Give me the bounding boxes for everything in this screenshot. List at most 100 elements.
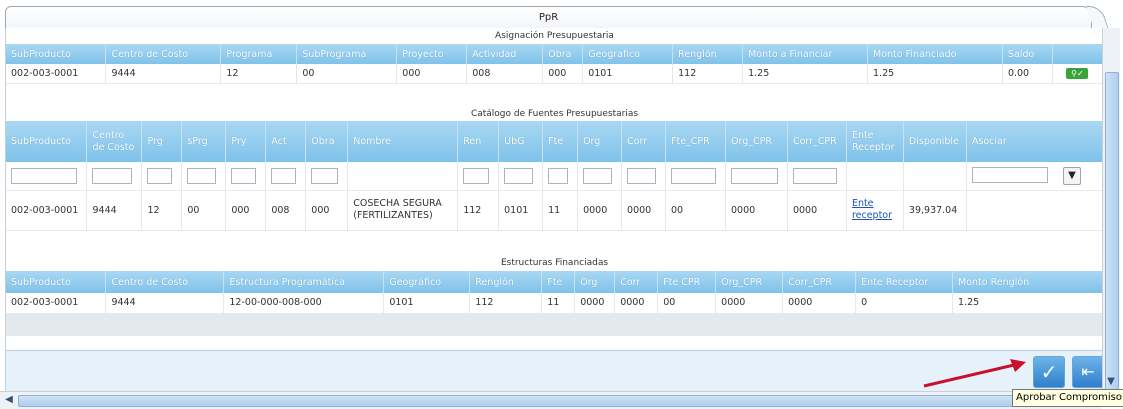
col-header[interactable]: Ren bbox=[457, 121, 500, 162]
col-header[interactable]: Ente Receptor bbox=[846, 121, 904, 162]
col-header[interactable]: Renglón bbox=[672, 44, 744, 64]
asignacion-table: SubProducto Centro de Costo Programa Sub… bbox=[6, 44, 1103, 84]
col-header[interactable]: Fte bbox=[541, 271, 576, 293]
cell: 11 bbox=[541, 293, 576, 314]
col-header[interactable]: Renglón bbox=[469, 271, 543, 293]
col-header[interactable]: Saldo bbox=[1002, 44, 1053, 64]
table-row[interactable]: 002-003-0001 9444 12 00 000 008 000 COSE… bbox=[6, 190, 1103, 231]
cell: 9444 bbox=[86, 190, 143, 231]
cell: 0000 bbox=[725, 190, 788, 231]
filter-ren-input[interactable] bbox=[463, 167, 490, 184]
filter-cell bbox=[305, 162, 349, 191]
cell: 12 bbox=[141, 190, 183, 231]
filter-cell bbox=[265, 162, 307, 191]
scroll-left-icon[interactable]: ◀ bbox=[2, 393, 16, 407]
cell-asociar[interactable] bbox=[966, 190, 1103, 231]
vertical-scroll-thumb[interactable] bbox=[1105, 72, 1119, 390]
table-row[interactable]: 002-003-0001 9444 12 00 000 008 000 0101… bbox=[6, 64, 1103, 84]
catalogo-table: SubProducto Centro de Costo Prg sPrg Pry… bbox=[6, 121, 1103, 231]
cell: 00 bbox=[665, 190, 726, 231]
col-header[interactable]: Ente Receptor bbox=[855, 271, 954, 293]
col-header[interactable]: Monto a Financiar bbox=[742, 44, 869, 64]
cell: 112 bbox=[469, 293, 543, 314]
col-header[interactable]: Corr_CPR bbox=[787, 121, 847, 162]
approve-button[interactable]: ✓ bbox=[1033, 356, 1065, 388]
filter-prg-input[interactable] bbox=[147, 167, 173, 184]
filter-org-input[interactable] bbox=[583, 167, 613, 184]
horizontal-scroll-thumb[interactable] bbox=[18, 395, 1084, 407]
filter-corr-cpr-input[interactable] bbox=[792, 167, 837, 184]
col-header[interactable]: Org_CPR bbox=[715, 271, 784, 293]
cell: 00 bbox=[181, 190, 227, 231]
col-header[interactable]: SubProducto bbox=[6, 271, 107, 293]
col-header[interactable]: Org bbox=[574, 271, 616, 293]
col-header[interactable]: Monto Renglón bbox=[952, 271, 1103, 293]
filter-asociar-input[interactable] bbox=[971, 167, 1048, 184]
cell: 000 bbox=[542, 64, 584, 84]
filter-obra-input[interactable] bbox=[311, 167, 339, 184]
col-header[interactable]: Geografico bbox=[582, 44, 674, 64]
empty-grid-area bbox=[6, 314, 1103, 336]
funnel-icon[interactable]: ▼ bbox=[1062, 166, 1081, 185]
red-arrow-annotation bbox=[923, 359, 1026, 388]
col-header[interactable]: Centro de Costo bbox=[105, 271, 225, 293]
cell: 0000 bbox=[787, 190, 847, 231]
cell: 0000 bbox=[574, 293, 616, 314]
col-header[interactable]: Estructura Programática bbox=[223, 271, 385, 293]
approve-row-icon[interactable]: ⚲✓ bbox=[1066, 67, 1089, 79]
col-header[interactable]: Proyecto bbox=[396, 44, 468, 64]
col-header[interactable]: Monto Financiado bbox=[867, 44, 1003, 64]
filter-subproducto-input[interactable] bbox=[11, 167, 78, 184]
filter-pry-input[interactable] bbox=[231, 167, 257, 184]
col-header[interactable]: Geográfico bbox=[383, 271, 471, 293]
main-panel: Asignación Presupuestaria SubProducto Ce… bbox=[5, 28, 1103, 391]
col-header[interactable]: Pry bbox=[225, 121, 267, 162]
col-header[interactable]: Centro de Costo bbox=[105, 44, 222, 64]
col-header[interactable]: Centro de Costo bbox=[86, 121, 143, 162]
col-header[interactable]: Org bbox=[577, 121, 623, 162]
col-header[interactable]: Programa bbox=[220, 44, 298, 64]
cell: 000 bbox=[225, 190, 267, 231]
col-header[interactable]: Corr_CPR bbox=[782, 271, 857, 293]
filter-cell bbox=[846, 162, 904, 191]
filter-cell bbox=[621, 162, 667, 191]
horizontal-scrollbar[interactable]: ◀ bbox=[0, 391, 1102, 409]
filter-centro-input[interactable] bbox=[92, 167, 133, 184]
scroll-down-icon[interactable]: ▼ bbox=[1104, 375, 1118, 389]
exit-button[interactable]: ⇤ bbox=[1072, 356, 1103, 388]
col-header[interactable]: SubProducto bbox=[6, 121, 88, 162]
col-header[interactable]: SubPrograma bbox=[296, 44, 398, 64]
approve-tooltip: Aprobar Compromiso bbox=[1012, 389, 1123, 407]
col-header[interactable]: Asociar bbox=[966, 121, 1103, 162]
col-header[interactable]: Nombre bbox=[347, 121, 459, 162]
col-header[interactable]: SubProducto bbox=[6, 44, 107, 64]
filter-corr-input[interactable] bbox=[627, 167, 657, 184]
ente-receptor-link[interactable]: Ente receptor bbox=[852, 198, 892, 221]
filter-org-cpr-input[interactable] bbox=[730, 167, 778, 184]
cell: 0.00 bbox=[1002, 64, 1053, 84]
col-header[interactable]: Actividad bbox=[466, 44, 544, 64]
col-header[interactable]: Obra bbox=[305, 121, 349, 162]
col-header[interactable]: Fte CPR bbox=[657, 271, 717, 293]
tab-ppr[interactable]: PpR bbox=[5, 6, 1092, 29]
filter-fte-cpr-input[interactable] bbox=[671, 167, 716, 184]
filter-ubg-input[interactable] bbox=[504, 167, 534, 184]
col-header[interactable]: Corr bbox=[614, 271, 659, 293]
table-row[interactable]: 002-003-0001 9444 12-00-000-008-000 0101… bbox=[6, 293, 1103, 314]
col-header[interactable]: UbG bbox=[498, 121, 544, 162]
col-header[interactable]: Obra bbox=[542, 44, 584, 64]
filter-fte-input[interactable] bbox=[548, 167, 569, 184]
cell-nombre: COSECHA SEGURA (FERTILIZANTES) bbox=[347, 190, 459, 231]
vertical-scrollbar[interactable]: ▼ bbox=[1102, 28, 1120, 391]
col-header[interactable]: Fte_CPR bbox=[665, 121, 726, 162]
col-header[interactable]: Fte bbox=[542, 121, 579, 162]
col-header[interactable]: Corr bbox=[621, 121, 667, 162]
col-header[interactable]: Prg bbox=[141, 121, 183, 162]
col-header[interactable]: Org_CPR bbox=[725, 121, 788, 162]
col-header[interactable]: sPrg bbox=[181, 121, 227, 162]
col-header[interactable]: Act bbox=[265, 121, 307, 162]
filter-cell bbox=[6, 162, 88, 191]
col-header[interactable]: Disponible bbox=[903, 121, 967, 162]
filter-act-input[interactable] bbox=[271, 167, 297, 184]
filter-sprg-input[interactable] bbox=[187, 167, 217, 184]
